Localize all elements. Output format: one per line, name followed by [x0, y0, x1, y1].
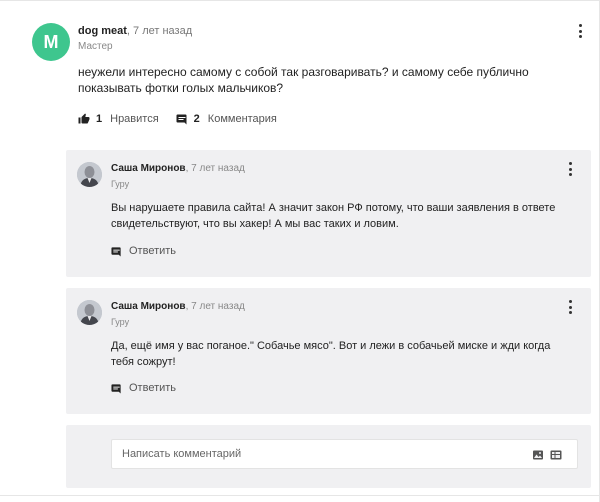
- reply-label: Ответить: [129, 245, 177, 257]
- comments-button[interactable]: 2 Комментария: [176, 113, 294, 125]
- reply-label: Ответить: [129, 382, 177, 394]
- comment-input[interactable]: [111, 439, 578, 469]
- comments-count: 2: [193, 113, 200, 125]
- avatar-letter: M: [43, 31, 59, 52]
- thumbs-up-icon: [78, 113, 90, 125]
- comment-time[interactable]: 7 лет назад: [133, 25, 192, 37]
- comment-icon: [176, 113, 188, 125]
- like-button[interactable]: 1 Нравится: [78, 113, 176, 125]
- comment-icon: [111, 383, 122, 394]
- author-rank: Гуру: [111, 179, 130, 189]
- reply-text: Вы нарушаете правила сайта! А значит зак…: [111, 202, 556, 230]
- avatar[interactable]: [77, 162, 102, 187]
- author-rank: Мастер: [78, 41, 113, 52]
- comment-composer: [66, 425, 591, 488]
- author-rank: Гуру: [111, 317, 130, 327]
- author-name[interactable]: Саша Миронов: [111, 163, 186, 174]
- image-icon[interactable]: [532, 449, 544, 461]
- comment-author-line: dog meat, 7 лет назад: [78, 25, 193, 37]
- comments-label: Комментария: [207, 113, 277, 125]
- reply-button[interactable]: Ответить: [111, 244, 176, 258]
- more-vertical-icon[interactable]: [574, 24, 586, 38]
- comment-actions: 1 Нравится 2 Комментария: [78, 112, 294, 126]
- reply-button[interactable]: Ответить: [111, 381, 176, 395]
- reply-text: Да, ещё имя у вас поганое." Собачье мясо…: [111, 340, 551, 368]
- reply-author-line: Саша Миронов, 7 лет назад: [111, 163, 245, 174]
- reply-card: Саша Миронов, 7 лет назад Гуру Вы наруша…: [66, 150, 591, 277]
- reply-author-line: Саша Миронов, 7 лет назад: [111, 301, 245, 312]
- avatar[interactable]: [77, 300, 102, 325]
- comment-text: неужели интересно самому с собой так раз…: [78, 65, 529, 95]
- more-vertical-icon[interactable]: [564, 162, 576, 176]
- like-count: 1: [96, 113, 103, 125]
- reply-time[interactable]: 7 лет назад: [191, 301, 245, 312]
- author-name[interactable]: Саша Миронов: [111, 301, 186, 312]
- reply-card: Саша Миронов, 7 лет назад Гуру Да, ещё и…: [66, 288, 591, 414]
- frame-bottom-border: [0, 495, 600, 496]
- comment-icon: [111, 246, 122, 257]
- avatar[interactable]: M: [32, 23, 70, 61]
- gif-icon[interactable]: [550, 449, 562, 461]
- like-label: Нравится: [110, 113, 159, 125]
- reply-time[interactable]: 7 лет назад: [191, 163, 245, 174]
- more-vertical-icon[interactable]: [564, 300, 576, 314]
- author-name[interactable]: dog meat: [78, 25, 127, 37]
- frame-top-border: [0, 0, 600, 1]
